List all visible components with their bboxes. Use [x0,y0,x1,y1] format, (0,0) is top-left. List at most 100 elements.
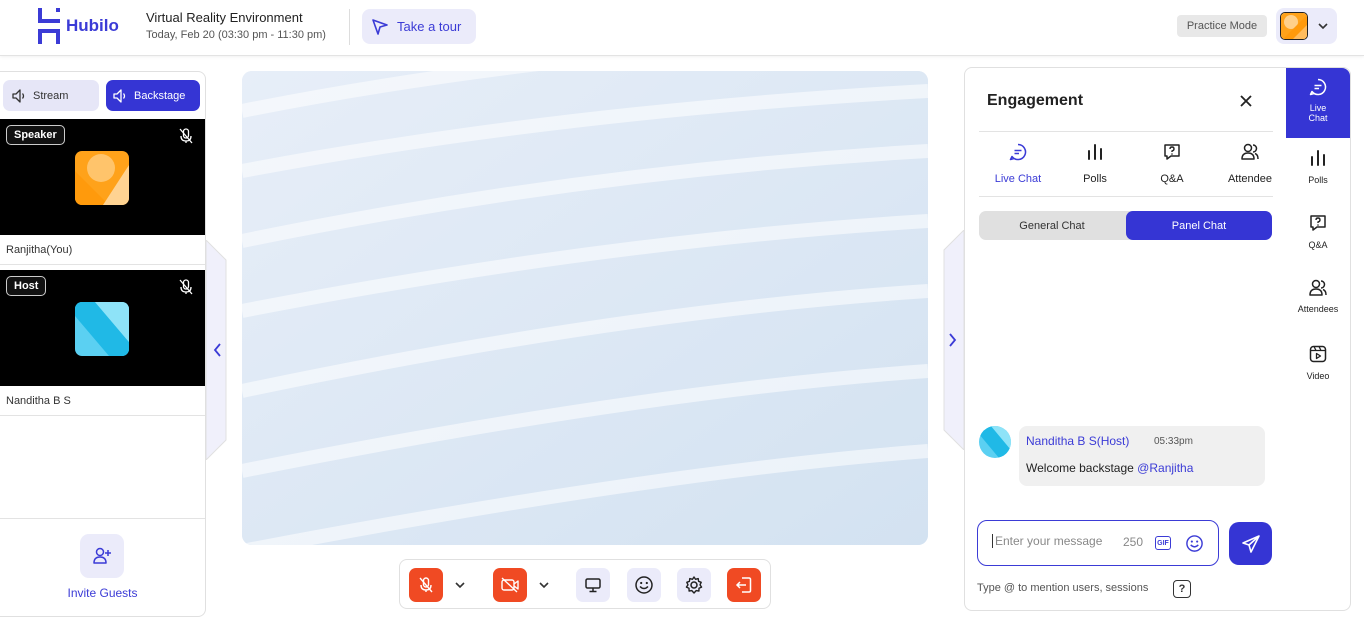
side-rail: Live Chat Polls Q&A Attendees Video [1286,67,1351,611]
message-input[interactable] [992,534,1122,548]
top-header: Hubilo Virtual Reality Environment Today… [0,0,1364,56]
rail-label: Live Chat [1308,103,1328,123]
participants-panel: Stream Backstage Speaker Ranjitha(You) H… [0,71,206,617]
settings-button[interactable] [677,568,711,602]
gear-icon [685,576,703,594]
chevron-down-icon [455,582,465,589]
reactions-button[interactable] [627,568,661,602]
polls-icon [1088,144,1102,160]
collapse-left-panel-button[interactable] [206,240,228,460]
speaker-icon [113,88,126,103]
user-avatar [1280,12,1308,40]
rail-item-video[interactable]: Video [1286,344,1350,381]
tab-label: Q&A [1160,173,1184,185]
rail-item-attendees[interactable]: Attendees [1286,278,1350,314]
media-control-bar [399,559,771,609]
take-tour-button[interactable]: Take a tour [362,9,476,44]
close-icon[interactable] [1237,92,1255,110]
gif-icon[interactable]: GIF [1155,536,1171,550]
speaker-icon [12,88,25,103]
rail-label: Attendees [1297,304,1339,314]
camera-off-icon [501,577,519,593]
invite-guests-area: Invite Guests [0,518,205,617]
help-icon[interactable]: ? [1173,580,1191,598]
brand-name: Hubilo [66,16,119,35]
chat-icon [1309,78,1327,96]
char-count: 250 [1123,535,1144,549]
message-mention[interactable]: @Ranjitha [1137,461,1193,475]
rail-item-polls[interactable]: Polls [1286,148,1350,185]
send-icon [1241,534,1260,553]
header-divider [349,9,350,45]
participant-name: Ranjitha(You) [0,235,205,265]
message-time: 05:33pm [1154,436,1193,447]
attendee-icon [1309,279,1327,296]
qa-icon [1310,215,1326,231]
tab-label: Polls [1083,173,1107,185]
speaker-avatar [75,151,129,205]
rail-item-live-chat[interactable]: Live Chat [1286,68,1350,138]
camera-options-dropdown[interactable] [532,568,556,602]
camera-toggle-button[interactable] [493,568,527,602]
tab-polls[interactable]: Polls [1060,132,1130,196]
cursor-icon [372,18,388,35]
backstage-label: Backstage [134,89,186,102]
tab-label: Attendee [1227,173,1273,185]
participant-tile-host[interactable]: Host [0,270,205,386]
stage-video-area [242,71,928,545]
participant-tile-speaker[interactable]: Speaker [0,119,205,235]
screen-share-button[interactable] [576,568,610,602]
user-menu-button[interactable] [1276,8,1337,44]
chat-icon [1009,143,1027,161]
monitor-icon [585,578,601,593]
mic-toggle-button[interactable] [409,568,443,602]
add-user-icon [93,547,111,564]
stream-button[interactable]: Stream [3,80,99,111]
mic-off-icon [179,279,193,295]
invite-guests-label[interactable]: Invite Guests [0,586,205,600]
tab-live-chat[interactable]: Live Chat [983,132,1053,196]
event-title: Virtual Reality Environment [146,10,303,25]
hubilo-logo-icon [38,8,60,44]
leave-button[interactable] [727,568,761,602]
video-icon [1309,345,1327,363]
mention-hint: Type @ to mention users, sessions [977,582,1149,594]
send-message-button[interactable] [1229,522,1272,565]
emoji-icon [635,576,653,594]
rail-item-qa[interactable]: Q&A [1286,213,1350,250]
mic-off-icon [179,128,193,144]
rail-label: Polls [1308,175,1328,185]
polls-icon [1311,150,1325,166]
engagement-panel: Engagement Live Chat Polls Q&A Attendee … [964,67,1288,611]
stage-background [242,71,928,545]
event-date: Today, Feb 20 (03:30 pm - 11:30 pm) [146,29,326,41]
message-body: Welcome backstage [1026,461,1138,475]
rail-label: Video [1306,371,1330,381]
chat-type-toggle: General Chat Panel Chat [979,211,1272,240]
tab-qa[interactable]: Q&A [1137,132,1207,196]
mic-off-icon [419,577,433,593]
hubilo-logo[interactable]: Hubilo [36,8,119,44]
backstage-button[interactable]: Backstage [106,80,200,111]
participant-name: Nanditha B S [0,386,205,416]
host-avatar [75,302,129,356]
role-badge: Host [6,276,47,296]
exit-icon [735,577,752,593]
chat-message: Nanditha B S(Host) 05:33pm Welcome backs… [1019,426,1265,486]
emoji-icon[interactable] [1185,534,1204,553]
tab-attendee[interactable]: Attendee [1215,132,1285,196]
message-author[interactable]: Nanditha B S(Host) [1026,434,1129,448]
practice-mode-badge: Practice Mode [1177,15,1267,37]
invite-guests-button[interactable] [80,534,124,578]
general-chat-toggle[interactable]: General Chat [979,211,1125,240]
message-author-avatar [979,426,1011,458]
engagement-tabs: Live Chat Polls Q&A Attendee [979,131,1273,197]
qa-icon [1164,144,1180,160]
engagement-title: Engagement [987,92,1084,109]
collapse-engagement-button[interactable] [942,230,964,450]
tab-label: Live Chat [994,173,1042,185]
attendee-icon [1241,143,1259,160]
panel-chat-toggle[interactable]: Panel Chat [1126,211,1272,240]
take-tour-label: Take a tour [397,19,462,34]
mic-options-dropdown[interactable] [448,568,472,602]
